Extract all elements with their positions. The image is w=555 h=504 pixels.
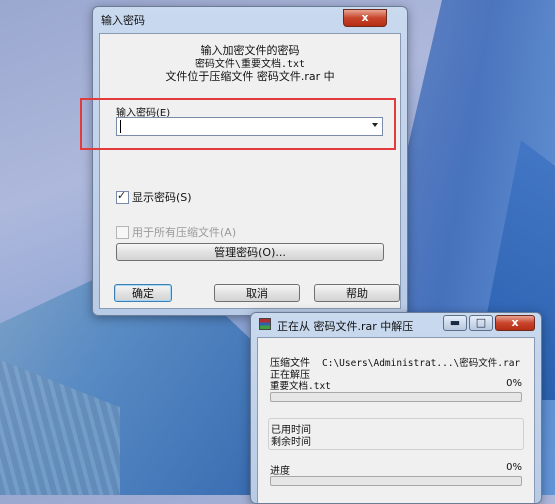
dialog-title: 输入密码 — [101, 14, 145, 27]
manage-passwords-button[interactable]: 管理密码(O)... — [116, 243, 384, 261]
minimize-icon: ▬ — [449, 316, 461, 329]
show-password-checkbox[interactable]: 显示密码(S) — [116, 189, 192, 205]
cancel-button[interactable]: 取消 — [214, 284, 300, 302]
progress-label: 进度 — [270, 466, 290, 477]
file-progress-bar — [270, 392, 522, 402]
remaining-label: 剩余时间 — [271, 437, 311, 448]
close-icon: x — [361, 11, 369, 24]
file-percent: 0% — [506, 378, 522, 389]
close-button[interactable]: x — [343, 9, 387, 27]
time-group: 已用时间 剩余时间 — [268, 418, 524, 450]
maximize-button[interactable]: □ — [469, 315, 493, 331]
ok-button[interactable]: 确定 — [114, 284, 172, 302]
total-percent: 0% — [506, 462, 522, 473]
password-dialog: 输入密码 x 输入加密文件的密码 密码文件\重要文档.txt 文件位于压缩文件 … — [92, 6, 408, 316]
title-bar[interactable]: 正在从 密码文件.rar 中解压 ▬ □ x — [251, 313, 541, 337]
dialog-title: 正在从 密码文件.rar 中解压 — [277, 320, 414, 333]
maximize-icon: □ — [475, 316, 487, 329]
title-bar[interactable]: 输入密码 x — [93, 7, 407, 31]
use-for-all-checkbox[interactable]: 用于所有压缩文件(A) — [116, 224, 236, 240]
info-line-archive: 文件位于压缩文件 密码文件.rar 中 — [165, 70, 335, 83]
show-password-label: 显示密码(S) — [132, 191, 192, 204]
close-button[interactable]: x — [495, 315, 535, 331]
winrar-icon — [259, 318, 271, 330]
dialog-body: 压缩文件 C:\Users\Administrat...\密码文件.rar 正在… — [257, 337, 535, 503]
checkbox-icon[interactable] — [116, 225, 129, 239]
minimize-button[interactable]: ▬ — [443, 315, 467, 331]
checkbox-checked-icon[interactable] — [116, 189, 129, 204]
use-for-all-label: 用于所有压缩文件(A) — [132, 226, 237, 239]
dialog-body: 输入加密文件的密码 密码文件\重要文档.txt 文件位于压缩文件 密码文件.ra… — [99, 33, 401, 309]
close-icon: x — [511, 316, 519, 329]
highlight-box — [80, 98, 396, 150]
total-progress-bar — [270, 476, 522, 486]
archive-path: C:\Users\Administrat...\密码文件.rar — [322, 358, 521, 369]
current-file: 重要文档.txt — [270, 381, 331, 392]
extract-progress-dialog: 正在从 密码文件.rar 中解压 ▬ □ x 压缩文件 C:\Users\Adm… — [250, 312, 542, 504]
help-button[interactable]: 帮助 — [314, 284, 400, 302]
